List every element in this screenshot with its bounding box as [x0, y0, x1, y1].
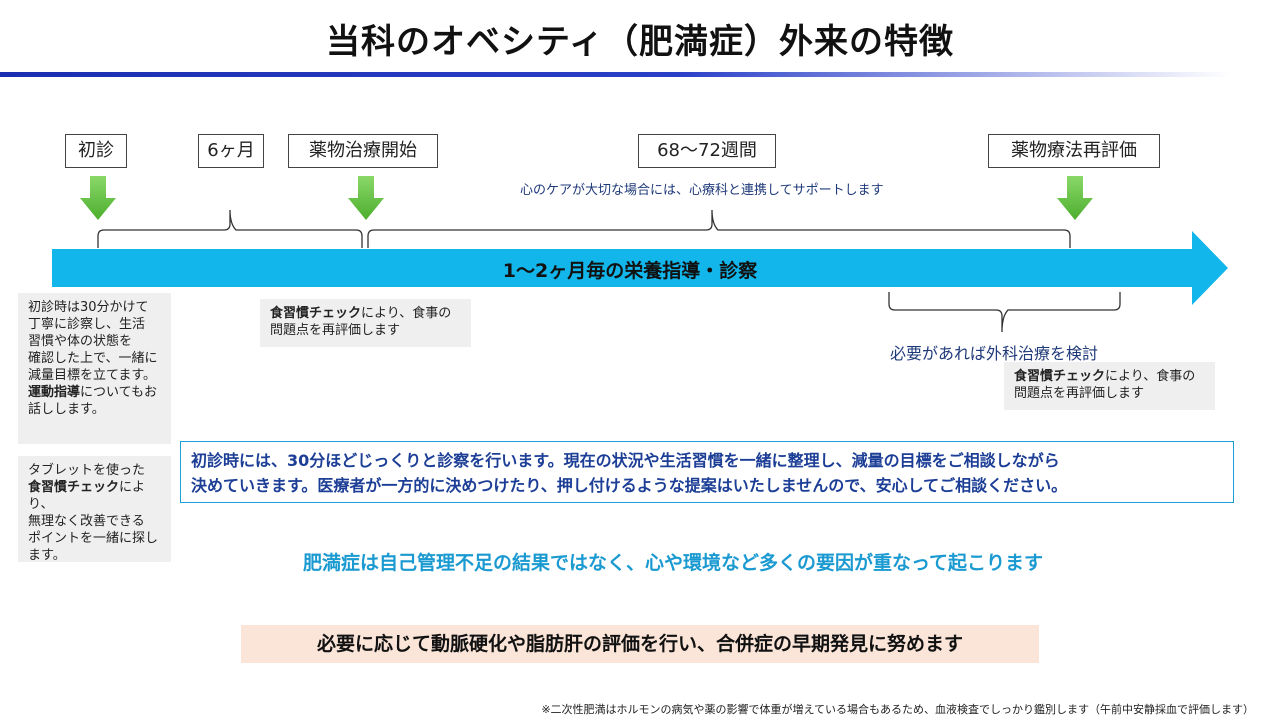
cause-statement: 肥満症は自己管理不足の結果ではなく、心や環境など多くの要因が重なって起こります — [302, 552, 1044, 574]
milestone-first-visit: 初診 — [65, 134, 127, 168]
footnote: ※二次性肥満はホルモンの病気や薬の影響で体重が増えている場合もあるため、血液検査… — [541, 703, 1254, 716]
timeline-label: 1〜2ヶ月毎の栄養指導・診察 — [502, 260, 758, 282]
note-tablet-check: タブレットを使った 食習慣チェックにより、 無理なく改善できる ポイントを一緒に… — [18, 456, 171, 563]
complication-evaluation: 必要に応じて動脈硬化や脂肪肝の評価を行い、合併症の早期発見に努めます — [241, 625, 1039, 663]
note-diet-check-2: 食習慣チェックにより、食事の 問題点を再評価します — [1004, 362, 1215, 410]
milestone-re-eval: 薬物療法再評価 — [988, 134, 1160, 168]
surgery-note: 必要があれば外科治療を検討 — [890, 344, 1099, 363]
care-note: 心のケアが大切な場合には、心療科と連携してサポートします — [520, 183, 884, 198]
note-diet-check-1: 食習慣チェックにより、食事の 問題点を再評価します — [260, 299, 471, 347]
brace-surgery — [888, 292, 1121, 333]
title-underline — [0, 72, 1230, 77]
consultation-description: 初診時には、30分ほどじっくりと診察を行います。現在の状況や生活習慣を一緒に整理… — [180, 441, 1234, 503]
page-title: 当科のオベシティ（肥満症）外来の特徴 — [326, 22, 954, 62]
milestone-weeks: 68〜72週間 — [638, 134, 776, 168]
milestone-six-months: 6ヶ月 — [198, 134, 264, 168]
note-first-visit: 初診時は30分かけて 丁寧に診察し、生活 習慣や体の状態を 確認した上で、一緒に… — [18, 293, 171, 444]
milestone-drug-start: 薬物治療開始 — [288, 134, 438, 168]
